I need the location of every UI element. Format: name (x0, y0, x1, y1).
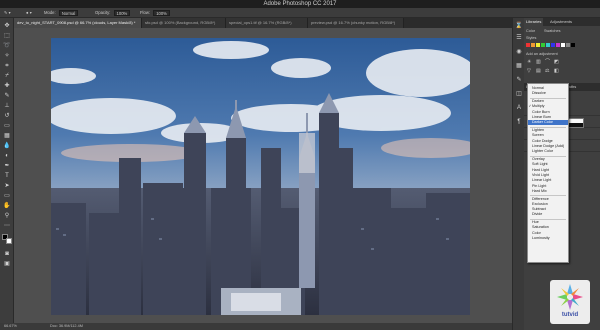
add-adjustment-label: Add an adjustment (526, 52, 558, 56)
quick-select-tool-icon[interactable]: ✧ (3, 52, 11, 60)
color-balance-icon[interactable]: ⚖ (545, 68, 549, 74)
photoshop-window: Adobe Photoshop CC 2017 ✎ ▾ ● ▾ Mode: No… (0, 0, 600, 330)
curves-icon[interactable]: ⌒ (545, 59, 550, 65)
character-panel-icon[interactable]: A (515, 104, 523, 112)
blend-mode-option-highlighted[interactable]: Darker Color (528, 120, 568, 126)
zoom-tool-icon[interactable]: ⚲ (3, 212, 11, 220)
opacity-input[interactable]: 100% (113, 9, 131, 16)
window-title: Adobe Photoshop CC 2017 (263, 1, 337, 7)
marquee-tool-icon[interactable]: ⬚ (3, 32, 11, 40)
layers-panel-icon[interactable]: ◫ (515, 90, 523, 98)
tab-adjustments[interactable]: Adjustments (548, 18, 574, 26)
watermark-text: tutvid (561, 312, 579, 318)
brush-preset-picker[interactable]: ● ▾ (26, 8, 32, 18)
tab-libraries[interactable]: Libraries (524, 18, 544, 26)
hue-saturation-icon[interactable]: ▤ (536, 68, 541, 74)
opacity-label: Opacity: (95, 10, 111, 15)
history-brush-tool-icon[interactable]: ↺ (3, 112, 11, 120)
eraser-tool-icon[interactable]: ▭ (3, 122, 11, 130)
black-white-icon[interactable]: ◧ (554, 68, 559, 74)
move-tool-icon[interactable]: ✥ (3, 22, 11, 30)
color-panel-icon[interactable]: ◉ (515, 48, 523, 56)
background-color-swatch[interactable] (6, 238, 12, 244)
document-canvas[interactable] (51, 38, 470, 315)
crop-tool-icon[interactable]: ⌗ (3, 62, 11, 70)
blend-mode-option[interactable]: Lighter Color (528, 149, 568, 154)
brightness-icon[interactable]: ☀ (527, 59, 531, 65)
screen-mode-icon[interactable]: ▣ (3, 260, 11, 268)
more-tools-icon[interactable]: ⋯ (3, 222, 11, 230)
quick-mask-icon[interactable]: ◙ (3, 250, 11, 258)
type-tool-icon[interactable]: T (3, 172, 11, 180)
blur-tool-icon[interactable]: 💧 (3, 142, 11, 150)
paragraph-panel-icon[interactable]: ¶ (515, 118, 523, 126)
tab-document-3[interactable]: special_ops1.tif @ 16.7% (RGB/8*) (226, 18, 308, 28)
options-bar: ✎ ▾ ● ▾ Mode: Normal Opacity: 100% Flow:… (0, 8, 600, 18)
panel-icons-column: ⌛ ☰ ◉ ▦ ✎ ◫ A ¶ (512, 18, 524, 330)
flow-label: Flow: (140, 10, 151, 15)
status-bar: 66.67% Doc: 36.9M/112.4M (0, 323, 512, 330)
stamp-tool-icon[interactable]: ⊥ (3, 102, 11, 110)
blend-mode-option[interactable]: Luminosity (528, 236, 568, 241)
city-skyline-photo (51, 38, 470, 315)
color-label[interactable]: Color (526, 28, 535, 34)
tab-document-2[interactable]: sfo.psd @ 100% (Background, RGB/8*) (142, 18, 226, 28)
history-panel-icon[interactable]: ⌛ (515, 22, 523, 30)
dodge-tool-icon[interactable]: ◐ (3, 152, 11, 160)
document-size: Doc: 36.9M/112.4M (50, 324, 83, 328)
exposure-icon[interactable]: ◩ (554, 59, 559, 65)
flow-input[interactable]: 100% (153, 9, 170, 16)
hand-tool-icon[interactable]: ✋ (3, 202, 11, 210)
tools-panel: ✥ ⬚ ➰ ✧ ⌗ ⌿ ✚ ✎ ⊥ ↺ ▭ ▦ 💧 ◐ ✒ T ➤ ▭ ✋ ⚲ … (0, 18, 14, 323)
pen-tool-icon[interactable]: ✒ (3, 162, 11, 170)
swatches-label[interactable]: Swatches (544, 28, 560, 34)
zoom-readout[interactable]: 66.67% (4, 323, 17, 330)
brush-tool-icon[interactable]: ✎ ▾ (4, 8, 11, 18)
mode-label: Mode: (44, 10, 56, 15)
canvas-workspace[interactable] (14, 28, 512, 323)
swatch-strip[interactable] (526, 43, 598, 51)
lasso-tool-icon[interactable]: ➰ (3, 42, 11, 50)
tab-document-1[interactable]: dev_to_night_START_0908.psd @ 66.7% (clo… (14, 18, 142, 28)
blend-mode-option[interactable]: Dissolve (528, 91, 568, 96)
brush-panel-icon[interactable]: ✎ (515, 76, 523, 84)
mode-select[interactable]: Normal (58, 9, 79, 16)
tutvid-watermark: tutvid (550, 280, 590, 324)
path-select-tool-icon[interactable]: ➤ (3, 182, 11, 190)
tutvid-logo-icon (557, 284, 583, 310)
styles-label[interactable]: Styles (526, 35, 536, 41)
shape-tool-icon[interactable]: ▭ (3, 192, 11, 200)
swatches-panel-icon[interactable]: ▦ (515, 62, 523, 70)
blend-mode-option[interactable]: Divide (528, 212, 568, 217)
gradient-tool-icon[interactable]: ▦ (3, 132, 11, 140)
brush-tool-icon-left[interactable]: ✎ (3, 92, 11, 100)
title-bar: Adobe Photoshop CC 2017 (0, 0, 600, 8)
properties-panel-icon[interactable]: ☰ (515, 34, 523, 42)
levels-icon[interactable]: ▥ (536, 59, 541, 65)
panel-tab-bar: Libraries Adjustments (524, 18, 600, 26)
blend-mode-option[interactable]: Hard Mix (528, 189, 568, 194)
document-tabs: dev_to_night_START_0908.psd @ 66.7% (clo… (14, 18, 512, 28)
blend-mode-dropdown[interactable]: Normal Dissolve Darken Multiply Color Bu… (527, 83, 569, 263)
vibrance-icon[interactable]: ▽ (527, 68, 531, 74)
tab-document-4[interactable]: preview.psd @ 16.7% (chunky motion, RGB/… (308, 18, 404, 28)
eyedropper-tool-icon[interactable]: ⌿ (3, 72, 11, 80)
healing-tool-icon[interactable]: ✚ (3, 82, 11, 90)
